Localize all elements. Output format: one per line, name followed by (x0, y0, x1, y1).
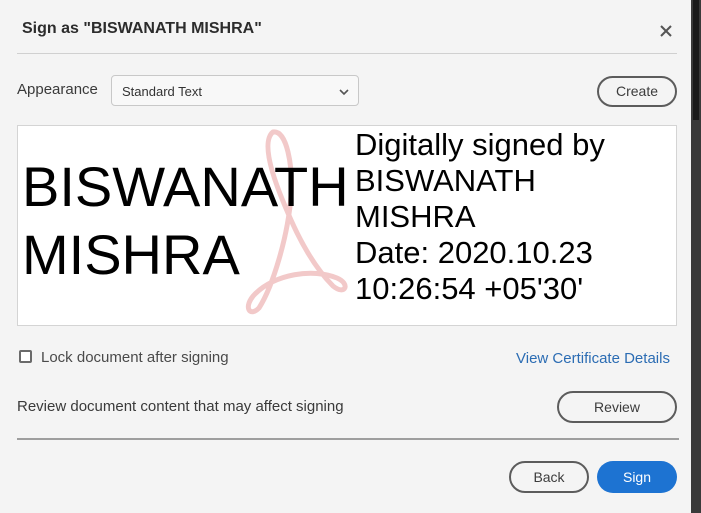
dialog-title: Sign as "BISWANATH MISHRA" (22, 20, 262, 37)
close-icon[interactable] (656, 20, 676, 40)
view-certificate-link[interactable]: View Certificate Details (516, 350, 670, 367)
signature-name-text: BISWANATH MISHRA (22, 155, 349, 286)
title-divider (17, 53, 677, 54)
signature-detail-line: 10:26:54 +05'30' (355, 271, 584, 306)
lock-document-checkbox[interactable] (19, 350, 32, 363)
signature-preview: BISWANATH MISHRA Digitally signed by BIS… (17, 125, 677, 326)
signature-detail-line: MISHRA (355, 199, 476, 234)
scrollbar-thumb (693, 0, 699, 120)
signature-detail-line: Date: 2020.10.23 (355, 235, 593, 270)
create-button[interactable]: Create (597, 76, 677, 107)
sign-dialog: Sign as "BISWANATH MISHRA" Appearance St… (0, 0, 691, 513)
chevron-down-icon (338, 85, 350, 97)
signature-detail-line: BISWANATH (355, 163, 536, 198)
appearance-selected-value: Standard Text (122, 84, 202, 99)
signature-details: Digitally signed by BISWANATH MISHRA Dat… (355, 127, 675, 307)
review-description: Review document content that may affect … (17, 398, 344, 415)
appearance-label: Appearance (17, 81, 98, 98)
signature-detail-line: Digitally signed by (355, 127, 605, 162)
review-button[interactable]: Review (557, 391, 677, 423)
background-window-edge (691, 0, 701, 513)
appearance-select[interactable]: Standard Text (111, 75, 359, 106)
footer-divider (17, 438, 679, 440)
sign-button[interactable]: Sign (597, 461, 677, 493)
back-button[interactable]: Back (509, 461, 589, 493)
lock-document-label[interactable]: Lock document after signing (41, 349, 229, 366)
